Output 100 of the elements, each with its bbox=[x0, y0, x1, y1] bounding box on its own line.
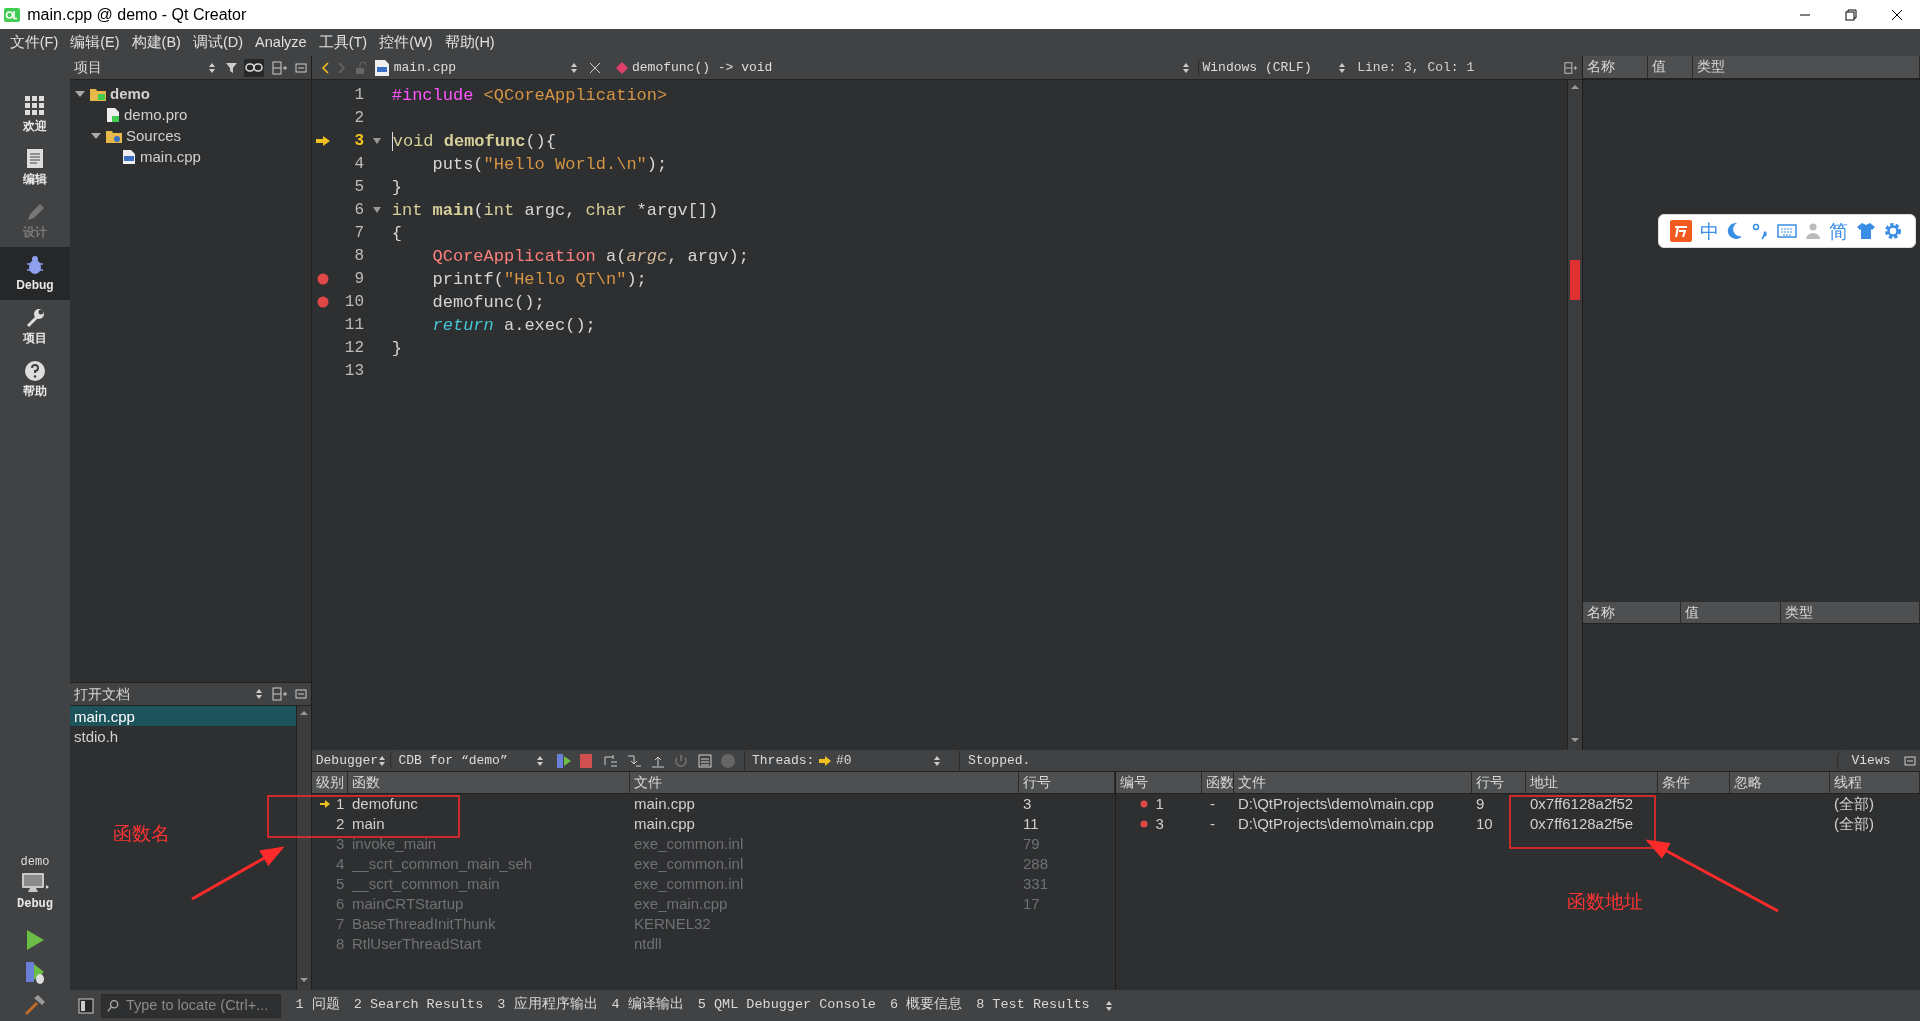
menu-item[interactable]: Analyze bbox=[249, 31, 313, 54]
tree-item[interactable]: main.cpp bbox=[140, 146, 201, 169]
hammer-icon[interactable] bbox=[23, 993, 47, 1018]
ime-logo-icon[interactable] bbox=[1670, 220, 1693, 242]
split-icon[interactable] bbox=[1564, 60, 1579, 75]
restart-icon[interactable] bbox=[673, 752, 689, 769]
updown-icon[interactable] bbox=[536, 754, 545, 767]
table-cell: (全部) bbox=[1834, 815, 1874, 832]
updown-icon[interactable] bbox=[378, 754, 387, 767]
column-header[interactable]: 函数 bbox=[1202, 772, 1234, 793]
list-icon[interactable] bbox=[696, 752, 713, 769]
table-cell: ntdll bbox=[634, 935, 662, 952]
run-icon[interactable] bbox=[24, 928, 46, 953]
line-number: 11 bbox=[343, 314, 364, 336]
menu-item[interactable]: 控件(W) bbox=[373, 31, 439, 54]
column-header[interactable]: 编号 bbox=[1116, 772, 1202, 793]
mode-button[interactable]: 欢迎 bbox=[0, 88, 70, 141]
fold-icon[interactable] bbox=[371, 136, 382, 145]
close-icon[interactable] bbox=[589, 61, 602, 74]
arrow-icon[interactable] bbox=[818, 754, 833, 767]
line-ending-dropdown[interactable]: Windows (CRLF) bbox=[1197, 57, 1350, 78]
column-header[interactable]: 忽略 bbox=[1730, 772, 1830, 793]
step-over-icon[interactable] bbox=[602, 752, 619, 769]
output-tab[interactable]: 2 Search Results bbox=[346, 995, 491, 1016]
step-into-icon[interactable] bbox=[626, 752, 642, 769]
updown-icon[interactable] bbox=[1338, 61, 1346, 74]
back-icon[interactable] bbox=[319, 60, 330, 75]
column-header[interactable]: 类型 bbox=[1781, 602, 1920, 623]
keyboard-icon[interactable] bbox=[1776, 223, 1797, 239]
link-icon[interactable] bbox=[244, 58, 265, 77]
column-header[interactable]: 行号 bbox=[1019, 772, 1115, 793]
mode-button[interactable]: 帮助 bbox=[0, 353, 70, 406]
output-tab[interactable]: 6 概要信息 bbox=[882, 995, 970, 1016]
tree-item[interactable]: demo bbox=[110, 83, 150, 106]
close-pane-icon[interactable] bbox=[295, 61, 308, 74]
close-pane-icon[interactable] bbox=[295, 688, 308, 700]
ime-mode-toggle[interactable]: 中 bbox=[1700, 221, 1720, 241]
column-header[interactable]: 地址 bbox=[1526, 772, 1658, 793]
mode-button[interactable]: 编辑 bbox=[0, 141, 70, 194]
menu-item[interactable]: 帮助(H) bbox=[438, 31, 501, 54]
table-cell: exe_common.inl bbox=[634, 835, 744, 852]
menu-item[interactable]: 文件(F) bbox=[3, 31, 65, 54]
table-cell: 3 bbox=[1155, 814, 1164, 834]
shirt-icon[interactable] bbox=[1855, 222, 1876, 240]
table-cell: 331 bbox=[1023, 875, 1049, 892]
updown-icon[interactable] bbox=[932, 754, 941, 767]
split-icon[interactable] bbox=[271, 60, 288, 75]
fold-icon[interactable] bbox=[371, 205, 382, 214]
thread-dropdown[interactable]: #0 bbox=[814, 750, 945, 771]
column-header[interactable]: 值 bbox=[1681, 602, 1781, 623]
output-tab[interactable]: 1 问题 bbox=[288, 995, 347, 1016]
table-cell: main bbox=[352, 815, 385, 832]
output-tab[interactable]: 8 Test Results bbox=[969, 995, 1097, 1016]
column-header[interactable]: 值 bbox=[1648, 56, 1693, 78]
column-header[interactable]: 名称 bbox=[1583, 602, 1681, 623]
perspective-dropdown[interactable]: Debugger bbox=[312, 750, 390, 771]
updown-icon[interactable] bbox=[1182, 61, 1191, 74]
column-header[interactable]: 线程 bbox=[1830, 772, 1920, 793]
column-header[interactable]: 函数 bbox=[348, 772, 630, 793]
moon-icon[interactable] bbox=[1727, 222, 1744, 240]
column-header[interactable]: 名称 bbox=[1583, 56, 1648, 78]
sidebar-toggle-icon[interactable] bbox=[77, 997, 94, 1014]
views-button[interactable]: Views bbox=[1836, 750, 1897, 771]
output-tab[interactable]: 3 应用程序输出 bbox=[490, 995, 605, 1016]
settings-icon[interactable] bbox=[1883, 221, 1904, 241]
column-header[interactable]: 类型 bbox=[1693, 56, 1920, 78]
output-tab[interactable]: 5 QML Debugger Console bbox=[690, 995, 883, 1016]
column-header[interactable]: 文件 bbox=[1234, 772, 1472, 793]
mode-button[interactable]: Debug bbox=[0, 247, 70, 300]
breakpoint-icon[interactable] bbox=[317, 273, 329, 286]
table-cell: 7 bbox=[335, 914, 345, 934]
document-item[interactable]: stdio.h bbox=[70, 726, 296, 746]
project-folder-icon bbox=[90, 87, 106, 102]
breakpoint-icon[interactable] bbox=[317, 296, 329, 309]
close-pane-icon[interactable] bbox=[1904, 754, 1917, 767]
stop-icon[interactable] bbox=[579, 752, 595, 769]
column-header[interactable]: 文件 bbox=[630, 772, 1019, 793]
engine-dropdown[interactable]: CDB for “demo” bbox=[390, 750, 548, 771]
updown-icon[interactable] bbox=[570, 61, 578, 74]
output-tab[interactable]: 4 编译输出 bbox=[604, 995, 691, 1016]
column-header[interactable]: 级别 bbox=[312, 772, 348, 793]
punctuation-icon[interactable] bbox=[1751, 222, 1770, 240]
document-item[interactable]: main.cpp bbox=[70, 706, 296, 726]
locator-field[interactable]: Type to locate (Ctrl+... bbox=[101, 993, 281, 1018]
symbol-dropdown[interactable]: demofunc() -> void bbox=[632, 57, 1194, 78]
menu-item[interactable]: 编辑(E) bbox=[64, 31, 126, 54]
menu-item[interactable]: 工具(T) bbox=[312, 31, 374, 54]
column-header[interactable]: 行号 bbox=[1472, 772, 1526, 793]
column-header[interactable]: 条件 bbox=[1658, 772, 1730, 793]
tree-item[interactable]: Sources bbox=[126, 125, 182, 148]
cpp-file-icon bbox=[122, 149, 136, 166]
updown-icon[interactable] bbox=[254, 687, 265, 701]
mode-button[interactable]: 项目 bbox=[0, 300, 70, 353]
tree-item[interactable]: demo.pro bbox=[124, 104, 188, 127]
continue-icon[interactable] bbox=[555, 752, 572, 769]
menu-item[interactable]: 构建(B) bbox=[125, 31, 187, 54]
split-icon[interactable] bbox=[271, 687, 288, 701]
file-dropdown[interactable]: main.cpp bbox=[393, 57, 582, 78]
menu-item[interactable]: 调试(D) bbox=[186, 31, 250, 54]
debug-run-icon[interactable] bbox=[23, 959, 47, 986]
